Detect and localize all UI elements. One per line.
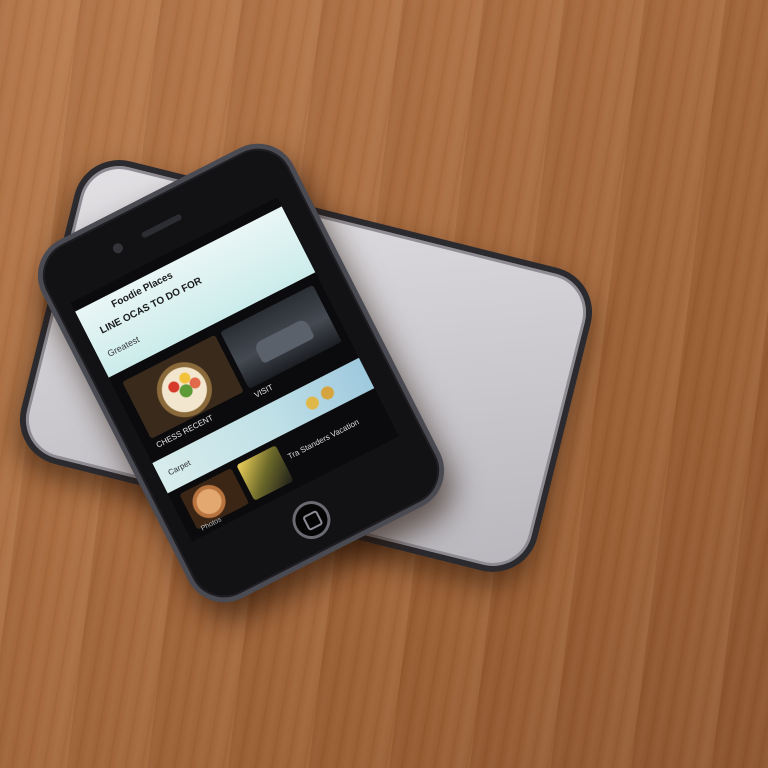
strip-caption: Carpet: [166, 458, 193, 478]
front-camera-icon: [111, 241, 125, 255]
banner-note: Greatest: [105, 334, 142, 359]
home-square-icon: [302, 509, 324, 532]
home-button[interactable]: [285, 494, 337, 546]
earpiece-speaker: [140, 213, 183, 239]
